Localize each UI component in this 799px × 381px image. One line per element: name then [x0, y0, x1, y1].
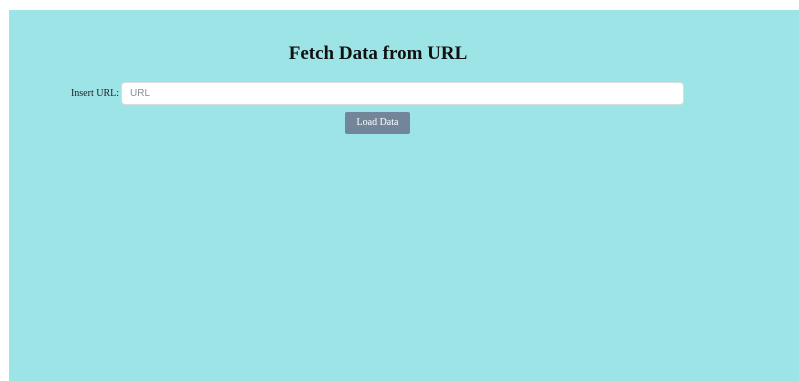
page-container: Fetch Data from URL Insert URL: Load Dat…	[9, 10, 799, 381]
url-input[interactable]	[121, 82, 684, 105]
url-form-row: Insert URL:	[9, 82, 799, 105]
page-title: Fetch Data from URL	[288, 43, 468, 64]
load-data-button[interactable]: Load Data	[345, 112, 410, 134]
url-label: Insert URL:	[70, 88, 119, 99]
